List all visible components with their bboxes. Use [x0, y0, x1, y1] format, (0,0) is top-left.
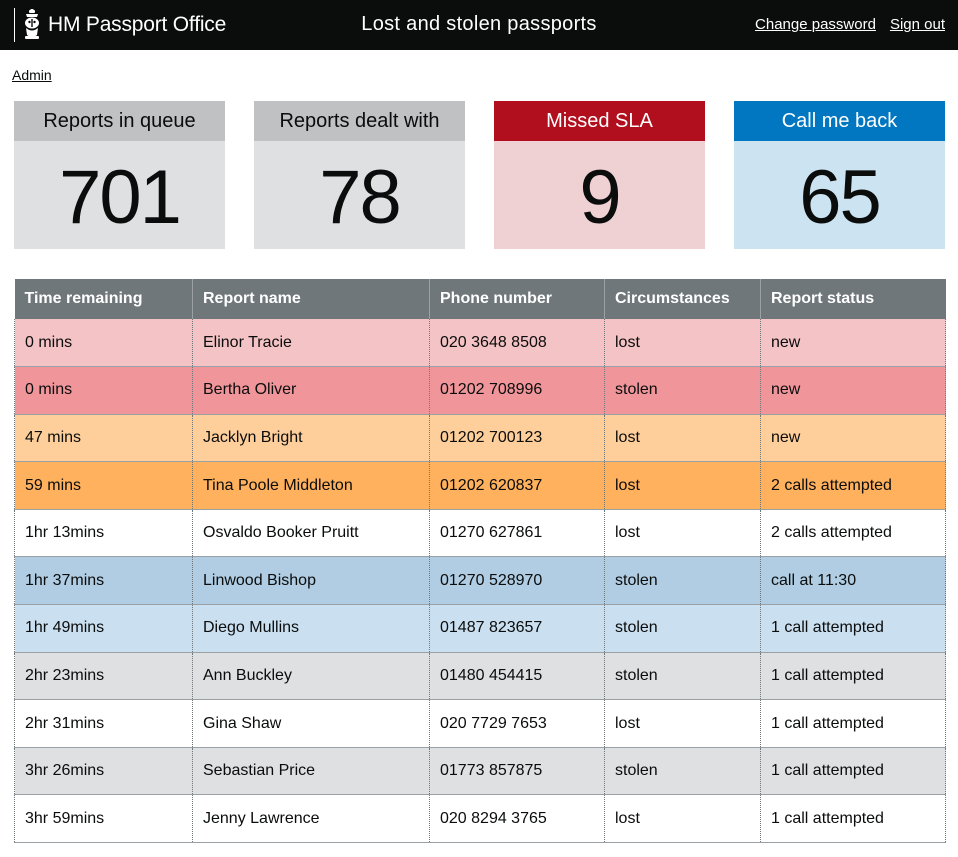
cell-report-name: Diego Mullins — [192, 604, 430, 653]
cell-time-remaining: 1hr 37mins — [14, 556, 193, 606]
stat-card-missed-sla: Missed SLA 9 — [494, 101, 705, 249]
cell-circumstances: lost — [604, 509, 761, 558]
cell-time-remaining: 0 mins — [14, 319, 193, 368]
cell-circumstances: lost — [604, 414, 761, 463]
cell-circumstances: lost — [604, 699, 761, 748]
cell-report-name: Linwood Bishop — [192, 556, 430, 606]
stat-card-reports-dealt-with: Reports dealt with 78 — [254, 101, 465, 249]
table-row[interactable]: 1hr 37mins Linwood Bishop 01270 528970 s… — [14, 556, 946, 606]
cell-phone-number: 01270 528970 — [429, 556, 605, 606]
cell-circumstances: lost — [604, 794, 761, 844]
cell-circumstances: stolen — [604, 652, 761, 701]
table-row[interactable]: 3hr 59mins Jenny Lawrence 020 8294 3765 … — [14, 794, 946, 844]
change-password-link[interactable]: Change password — [755, 16, 876, 33]
stat-value: 78 — [254, 141, 465, 249]
cell-report-name: Elinor Tracie — [192, 319, 430, 368]
table-row[interactable]: 2hr 31mins Gina Shaw 020 7729 7653 lost … — [14, 699, 946, 748]
cell-circumstances: stolen — [604, 556, 761, 606]
table-header-row: Time remaining Report name Phone number … — [14, 279, 946, 319]
column-header-phone-number[interactable]: Phone number — [429, 279, 605, 319]
cell-circumstances: lost — [604, 461, 761, 510]
cell-time-remaining: 47 mins — [14, 414, 193, 463]
cell-report-name: Sebastian Price — [192, 747, 430, 796]
cell-report-status: 1 call attempted — [760, 699, 946, 748]
cell-report-status: 1 call attempted — [760, 652, 946, 701]
cell-report-name: Jacklyn Bright — [192, 414, 430, 463]
cell-time-remaining: 2hr 23mins — [14, 652, 193, 701]
cell-report-name: Tina Poole Middleton — [192, 461, 430, 510]
cell-phone-number: 020 3648 8508 — [429, 319, 605, 368]
column-header-circumstances[interactable]: Circumstances — [604, 279, 761, 319]
column-header-report-name[interactable]: Report name — [192, 279, 430, 319]
cell-report-name: Gina Shaw — [192, 699, 430, 748]
reports-table: Time remaining Report name Phone number … — [14, 279, 946, 844]
cell-phone-number: 01480 454415 — [429, 652, 605, 701]
cell-time-remaining: 3hr 26mins — [14, 747, 193, 796]
cell-report-status: 1 call attempted — [760, 794, 946, 844]
cell-circumstances: stolen — [604, 747, 761, 796]
cell-report-status: 2 calls attempted — [760, 509, 946, 558]
cell-time-remaining: 0 mins — [14, 366, 193, 415]
cell-phone-number: 01270 627861 — [429, 509, 605, 558]
cell-report-status: new — [760, 319, 946, 368]
table-row[interactable]: 3hr 26mins Sebastian Price 01773 857875 … — [14, 747, 946, 796]
table-row[interactable]: 47 mins Jacklyn Bright 01202 700123 lost… — [14, 414, 946, 463]
cell-phone-number: 01202 700123 — [429, 414, 605, 463]
column-header-report-status[interactable]: Report status — [760, 279, 946, 319]
cell-report-status: 2 calls attempted — [760, 461, 946, 510]
cell-report-name: Ann Buckley — [192, 652, 430, 701]
cell-circumstances: stolen — [604, 604, 761, 653]
cell-circumstances: stolen — [604, 366, 761, 415]
stat-label: Call me back — [734, 101, 945, 141]
cell-report-status: call at 11:30 — [760, 556, 946, 606]
column-header-time-remaining[interactable]: Time remaining — [14, 279, 193, 319]
cell-phone-number: 020 7729 7653 — [429, 699, 605, 748]
cell-circumstances: lost — [604, 319, 761, 368]
top-bar: HM Passport Office Lost and stolen passp… — [0, 0, 958, 50]
cell-phone-number: 01202 620837 — [429, 461, 605, 510]
account-links: Change password Sign out — [755, 16, 945, 33]
cell-report-status: new — [760, 366, 946, 415]
cell-phone-number: 01202 708996 — [429, 366, 605, 415]
stat-card-reports-in-queue: Reports in queue 701 — [14, 101, 225, 249]
cell-time-remaining: 1hr 49mins — [14, 604, 193, 653]
table-row[interactable]: 1hr 49mins Diego Mullins 01487 823657 st… — [14, 604, 946, 653]
stat-label: Reports in queue — [14, 101, 225, 141]
cell-report-name: Jenny Lawrence — [192, 794, 430, 844]
cell-report-status: 1 call attempted — [760, 747, 946, 796]
stat-label: Reports dealt with — [254, 101, 465, 141]
stat-value: 65 — [734, 141, 945, 249]
table-row[interactable]: 1hr 13mins Osvaldo Booker Pruitt 01270 6… — [14, 509, 946, 558]
cell-report-status: new — [760, 414, 946, 463]
cell-time-remaining: 2hr 31mins — [14, 699, 193, 748]
cell-phone-number: 01773 857875 — [429, 747, 605, 796]
table-row[interactable]: 2hr 23mins Ann Buckley 01480 454415 stol… — [14, 652, 946, 701]
cell-phone-number: 01487 823657 — [429, 604, 605, 653]
table-row[interactable]: 0 mins Elinor Tracie 020 3648 8508 lost … — [14, 319, 946, 368]
cell-report-name: Bertha Oliver — [192, 366, 430, 415]
sign-out-link[interactable]: Sign out — [890, 16, 945, 33]
stat-value: 701 — [14, 141, 225, 249]
breadcrumb-admin-link[interactable]: Admin — [12, 67, 52, 83]
cell-time-remaining: 59 mins — [14, 461, 193, 510]
cell-time-remaining: 1hr 13mins — [14, 509, 193, 558]
table-row[interactable]: 59 mins Tina Poole Middleton 01202 62083… — [14, 461, 946, 510]
stat-label: Missed SLA — [494, 101, 705, 141]
table-row[interactable]: 0 mins Bertha Oliver 01202 708996 stolen… — [14, 366, 946, 415]
stat-card-call-me-back: Call me back 65 — [734, 101, 945, 249]
cell-report-status: 1 call attempted — [760, 604, 946, 653]
cell-report-name: Osvaldo Booker Pruitt — [192, 509, 430, 558]
stat-value: 9 — [494, 141, 705, 249]
cell-phone-number: 020 8294 3765 — [429, 794, 605, 844]
cell-time-remaining: 3hr 59mins — [14, 794, 193, 844]
